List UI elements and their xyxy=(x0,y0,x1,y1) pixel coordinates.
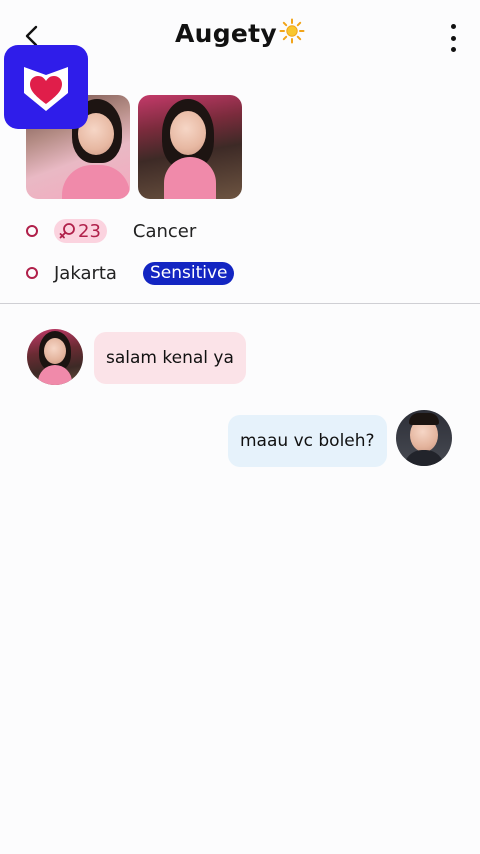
age-value: 23 xyxy=(78,220,101,242)
more-options-button[interactable] xyxy=(448,24,458,52)
zodiac-sign: Cancer xyxy=(132,220,197,242)
more-vertical-icon xyxy=(450,24,456,29)
female-gender-icon xyxy=(59,223,75,239)
heart-shield-icon xyxy=(24,67,68,111)
bullet-icon xyxy=(26,225,38,237)
message-incoming: salam kenal ya xyxy=(94,332,246,384)
app-logo xyxy=(4,45,88,129)
age-badge: 23 xyxy=(54,219,107,243)
sun-icon xyxy=(279,18,305,50)
personality-badge: Sensitive xyxy=(142,261,235,285)
bullet-icon xyxy=(26,267,38,279)
city-label: Jakarta xyxy=(54,262,117,284)
contact-avatar[interactable] xyxy=(27,329,83,385)
section-divider xyxy=(0,303,480,304)
message-outgoing: maau vc boleh? xyxy=(228,415,387,467)
profile-info-row-2: Jakarta Sensitive xyxy=(26,261,235,285)
profile-photo-2[interactable] xyxy=(138,95,242,199)
user-avatar[interactable] xyxy=(396,410,452,466)
profile-info-row-1: 23 Cancer xyxy=(26,219,196,243)
profile-name: Augety xyxy=(174,19,278,48)
